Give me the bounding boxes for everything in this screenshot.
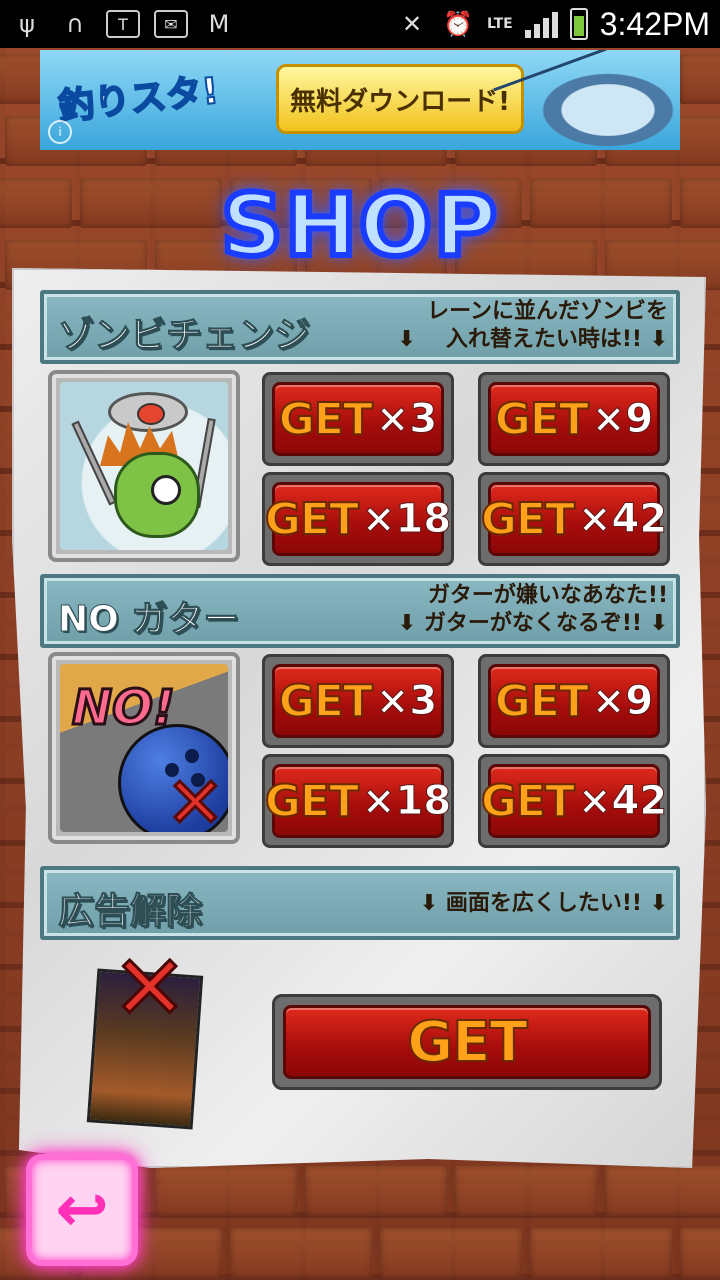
section-description: ガターが嫌いなあなた!! ⬇ ガターがなくなるぞ!! ⬇ — [397, 583, 668, 636]
get-no-gutter-x18-button[interactable]: GET ×18 — [262, 754, 454, 848]
get-no-gutter-x3-button[interactable]: GET ×3 — [262, 654, 454, 748]
get-no-gutter-x42-button[interactable]: GET ×42 — [478, 754, 670, 848]
clock: 3:42PM — [599, 5, 710, 42]
network-type: LTE — [487, 16, 513, 32]
section-title: ゾンビチェンジ — [57, 315, 311, 357]
ad-banner[interactable]: 釣りスタ! 無料ダウンロード! i — [40, 50, 680, 150]
get-zombie-change-x18-button[interactable]: GET ×18 — [262, 472, 454, 566]
vpn-shield-icon: T — [106, 10, 140, 38]
cross-icon: ✕ — [110, 936, 188, 1041]
section-header-no-gutter: NO ガター ガターが嫌いなあなた!! ⬇ ガターがなくなるぞ!! ⬇ — [40, 574, 680, 648]
get-no-gutter-x9-button[interactable]: GET ×9 — [478, 654, 670, 748]
gmail-icon: M — [208, 10, 230, 38]
get-ad-removal-button[interactable]: GET — [272, 994, 662, 1090]
zombie-claw-icon — [48, 370, 240, 562]
battery-charging-icon — [569, 8, 588, 40]
section-title: 広告解除 — [57, 891, 203, 933]
back-button[interactable]: ↩ — [26, 1154, 138, 1266]
section-title: NO ガター — [57, 599, 240, 641]
section-header-ad-removal: 広告解除 ⬇ 画面を広くしたい!! ⬇ — [40, 866, 680, 940]
ad-download-button[interactable]: 無料ダウンロード! — [276, 64, 524, 134]
usb-icon: ψ — [19, 10, 35, 38]
get-zombie-change-x3-button[interactable]: GET ×3 — [262, 372, 454, 466]
no-gutter-icon: NO! ✕ — [48, 652, 240, 844]
marlin-icon — [500, 50, 680, 150]
status-bar: ψ ∩ T ✉ M ✕ ⏰ LTE 3:42PM — [0, 0, 720, 48]
section-description: ⬇ 画面を広くしたい!! ⬇ — [419, 891, 668, 916]
alarm-icon: ⏰ — [443, 10, 473, 38]
ad-info-icon[interactable]: i — [48, 120, 72, 144]
section-description: レーンに並んだゾンビを ⬇ 入れ替えたい時は!! ⬇ — [397, 299, 668, 352]
page-title: SHOP — [218, 173, 500, 279]
get-zombie-change-x9-button[interactable]: GET ×9 — [478, 372, 670, 466]
get-zombie-change-x42-button[interactable]: GET ×42 — [478, 472, 670, 566]
ad-logo: 釣りスタ! — [56, 70, 222, 130]
section-header-zombie-change: ゾンビチェンジ レーンに並んだゾンビを ⬇ 入れ替えたい時は!! ⬇ — [40, 290, 680, 364]
mail-icon: ✉ — [154, 10, 188, 38]
mute-icon: ✕ — [401, 10, 423, 38]
cross-icon: ✕ — [165, 761, 227, 833]
headphones-icon: ∩ — [66, 10, 84, 38]
signal-icon — [524, 10, 558, 38]
no-gutter-icon-text: NO! — [71, 679, 177, 738]
back-arrow-icon: ↩ — [55, 1173, 109, 1247]
